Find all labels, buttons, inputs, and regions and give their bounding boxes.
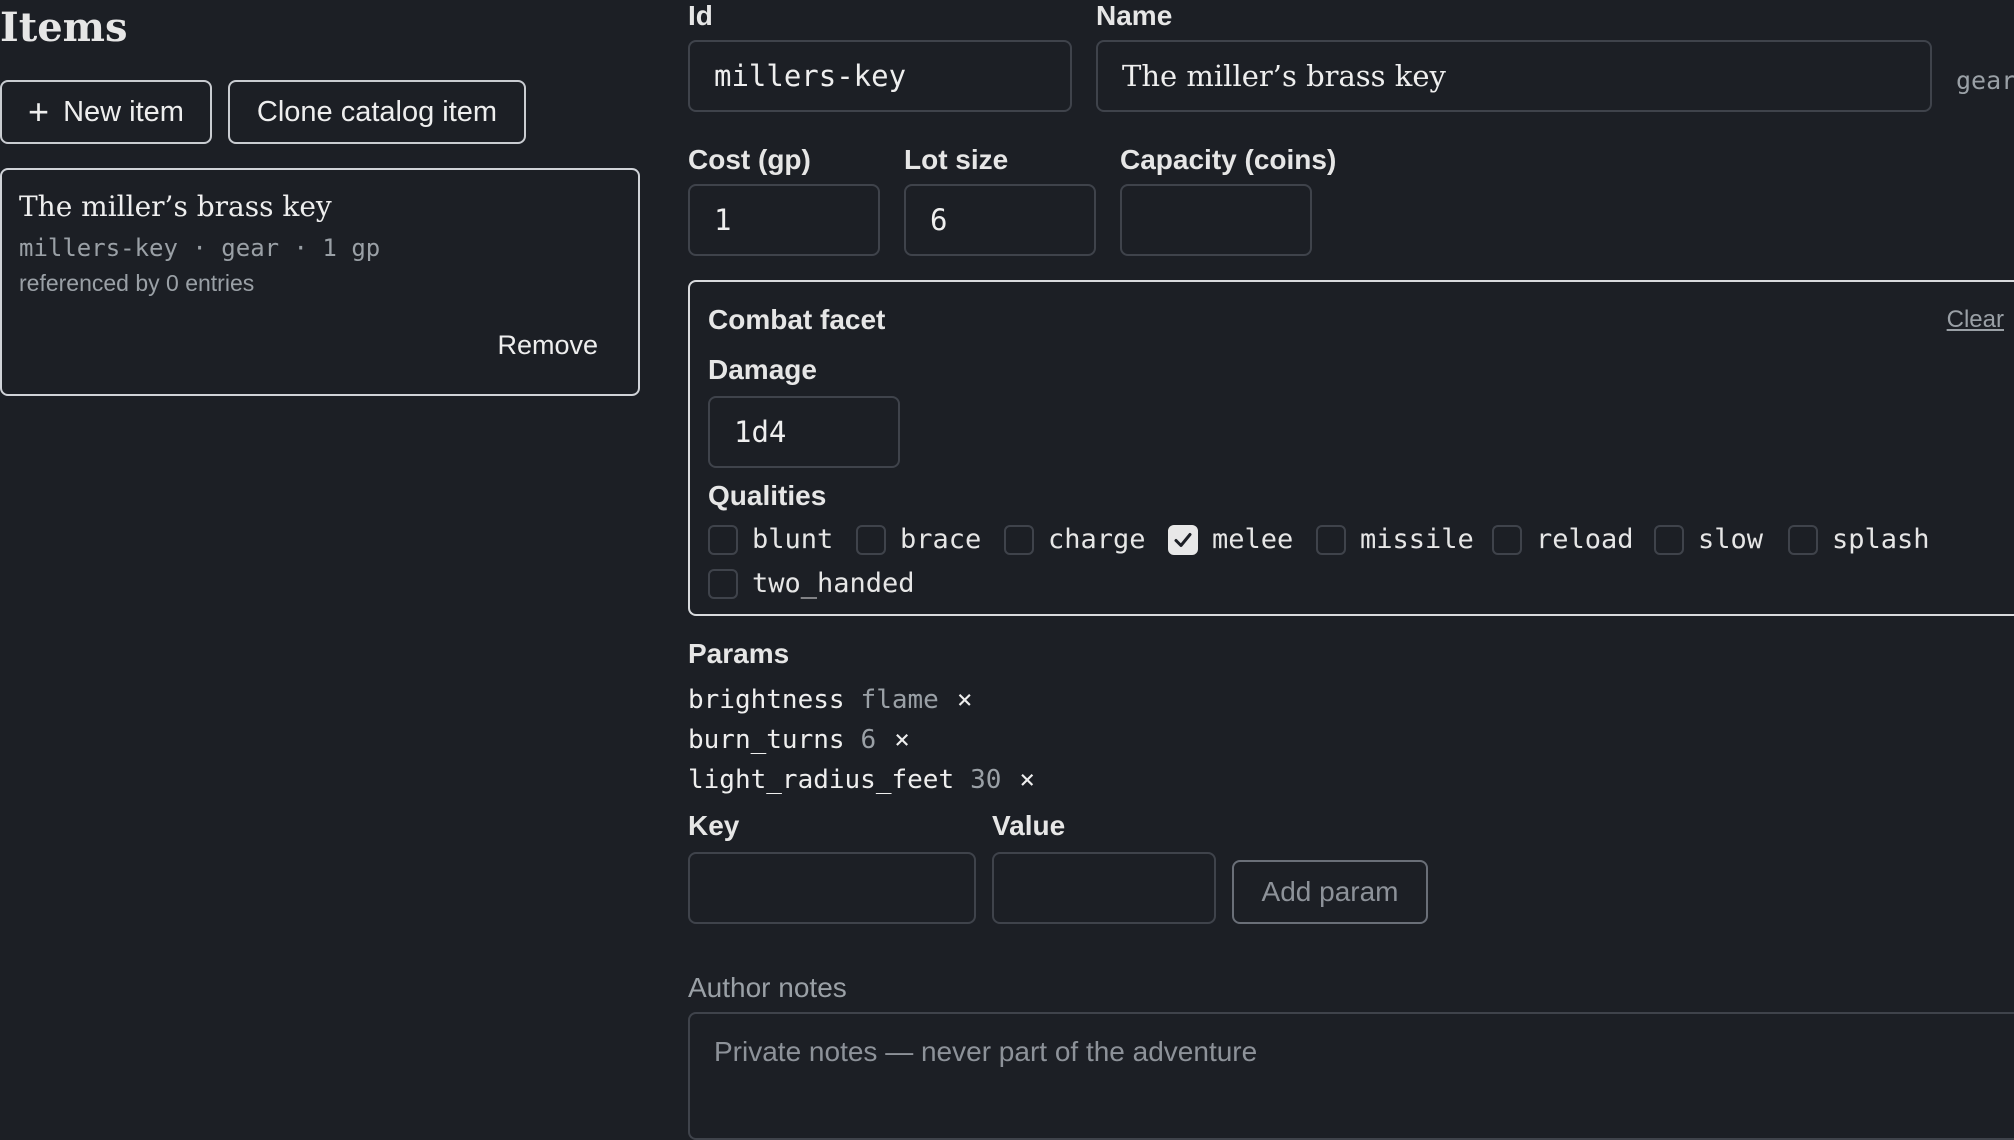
checkbox[interactable]: [1492, 524, 1522, 555]
checkbox[interactable]: [708, 568, 738, 599]
quality-label: two_handed: [752, 568, 915, 599]
quality-label: brace: [900, 524, 982, 555]
param-row: burn_turns 6 ×: [688, 725, 910, 755]
cost-field-value: 1: [714, 203, 732, 237]
name-field-value: The miller’s brass key: [1122, 59, 1446, 93]
author-notes-label: Author notes: [688, 972, 847, 1003]
clear-combat-link[interactable]: Clear: [1947, 306, 2004, 334]
param-value-label: Value: [992, 810, 1066, 841]
checkbox[interactable]: [1004, 524, 1034, 555]
checkmark-icon: [1174, 532, 1192, 547]
quality-label: charge: [1048, 524, 1146, 555]
name-label: Name: [1096, 0, 1173, 31]
add-param-button[interactable]: Add param: [1232, 860, 1428, 924]
quality-label: blunt: [752, 524, 834, 555]
param-value: 30: [970, 765, 1002, 795]
type-hint: gear: [1956, 66, 2014, 95]
quality-label: slow: [1698, 524, 1764, 555]
qualities-label: Qualities: [708, 480, 827, 511]
item-card-meta: millers-key · gear · 1 gp: [19, 234, 381, 262]
capacity-field[interactable]: [1120, 184, 1312, 256]
combat-facet-title: Combat facet: [708, 304, 886, 335]
checkbox[interactable]: [856, 524, 886, 555]
quality-label: splash: [1832, 524, 1930, 555]
param-value-input[interactable]: [992, 852, 1216, 924]
quality-reload[interactable]: reload: [1492, 524, 1634, 555]
quality-two-handed[interactable]: two_handed: [708, 568, 915, 599]
lot-size-field-value: 6: [930, 203, 948, 237]
page-title: Items: [0, 4, 128, 51]
author-notes-placeholder: Private notes — never part of the advent…: [714, 1036, 1258, 1067]
checkbox-checked[interactable]: [1168, 524, 1198, 555]
capacity-label: Capacity (coins): [1120, 144, 1337, 175]
remove-param-icon[interactable]: ×: [894, 725, 910, 755]
new-item-button[interactable]: + New item: [0, 80, 212, 144]
param-key-label: Key: [688, 810, 740, 841]
quality-splash[interactable]: splash: [1788, 524, 1930, 555]
param-key: brightness: [688, 685, 845, 715]
quality-label: missile: [1360, 524, 1474, 555]
checkbox[interactable]: [1788, 524, 1818, 555]
quality-slow[interactable]: slow: [1654, 524, 1763, 555]
id-label: Id: [688, 0, 713, 31]
quality-melee[interactable]: melee: [1168, 524, 1293, 555]
item-card[interactable]: The miller’s brass key millers-key · gea…: [0, 168, 640, 396]
param-value: 6: [860, 725, 877, 755]
checkbox[interactable]: [1316, 524, 1346, 555]
remove-button[interactable]: Remove: [497, 330, 598, 361]
remove-param-icon[interactable]: ×: [1019, 765, 1035, 795]
lot-size-label: Lot size: [904, 144, 1009, 175]
id-field-value: millers-key: [714, 59, 907, 93]
param-key: light_radius_feet: [688, 765, 955, 795]
param-value: flame: [860, 685, 939, 715]
cost-label: Cost (gp): [688, 144, 811, 175]
param-row: light_radius_feet 30 ×: [688, 765, 1035, 795]
params-label: Params: [688, 638, 790, 669]
combat-facet-panel: Combat facet Clear Damage 1d4 Qualities …: [688, 280, 2014, 616]
plus-icon: +: [28, 91, 50, 132]
param-key: burn_turns: [688, 725, 845, 755]
damage-label: Damage: [708, 354, 817, 385]
quality-label: melee: [1212, 524, 1294, 555]
damage-field-value: 1d4: [734, 415, 787, 449]
clone-catalog-item-button[interactable]: Clone catalog item: [228, 80, 526, 144]
item-card-name: The miller’s brass key: [19, 190, 332, 223]
author-notes-textarea[interactable]: Private notes — never part of the advent…: [688, 1012, 2014, 1140]
param-row: brightness flame ×: [688, 685, 972, 715]
name-field[interactable]: The miller’s brass key: [1096, 40, 1932, 112]
quality-charge[interactable]: charge: [1004, 524, 1146, 555]
item-card-references: referenced by 0 entries: [19, 270, 255, 296]
id-field[interactable]: millers-key: [688, 40, 1072, 112]
lot-size-field[interactable]: 6: [904, 184, 1096, 256]
new-item-label: New item: [63, 95, 184, 128]
remove-param-icon[interactable]: ×: [957, 685, 973, 715]
param-key-input[interactable]: [688, 852, 976, 924]
quality-label: reload: [1536, 524, 1634, 555]
damage-field[interactable]: 1d4: [708, 396, 900, 468]
quality-missile[interactable]: missile: [1316, 524, 1474, 555]
cost-field[interactable]: 1: [688, 184, 880, 256]
quality-blunt[interactable]: blunt: [708, 524, 833, 555]
quality-brace[interactable]: brace: [856, 524, 981, 555]
checkbox[interactable]: [1654, 524, 1684, 555]
checkbox[interactable]: [708, 524, 738, 555]
